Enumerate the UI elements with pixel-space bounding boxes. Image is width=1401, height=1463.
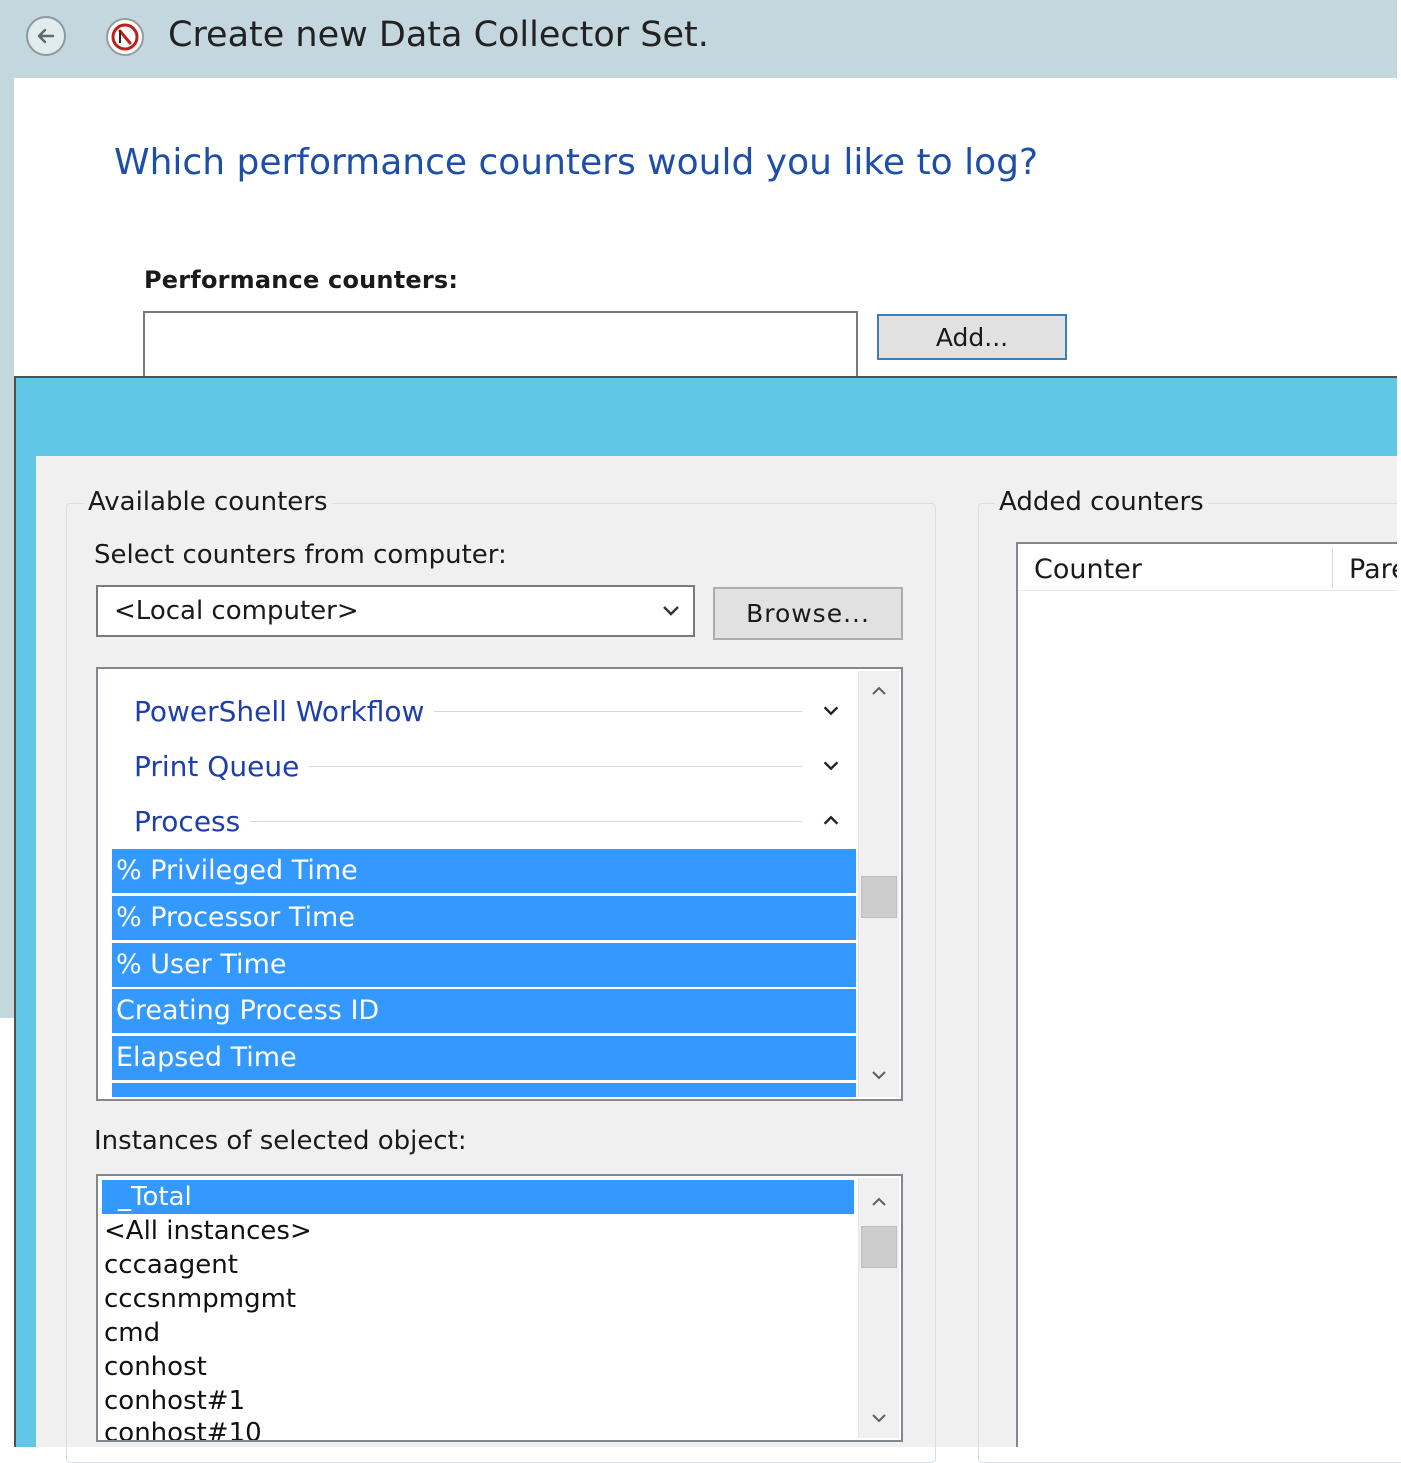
column-header-parent[interactable]: Pare: [1349, 552, 1401, 588]
performance-counters-label: Performance counters:: [144, 266, 459, 294]
computer-select-value: <Local computer>: [114, 596, 359, 626]
instance-list[interactable]: _Total <All instances> cccaagent cccsnmp…: [96, 1174, 903, 1442]
available-counters-title: Available counters: [84, 487, 332, 517]
category-label: Process: [134, 804, 241, 838]
instance-item[interactable]: cccsnmpmgmt: [104, 1282, 296, 1316]
chevron-down-icon: [872, 1071, 886, 1080]
window-title: Create new Data Collector Set.: [168, 15, 709, 55]
counter-list-scrollbar[interactable]: [858, 671, 899, 1097]
browse-button[interactable]: Browse...: [713, 587, 903, 640]
right-edge: [1397, 0, 1401, 1447]
category-divider: [250, 820, 802, 822]
instance-item[interactable]: cmd: [104, 1316, 160, 1350]
counter-item[interactable]: % User Time: [112, 943, 856, 987]
instance-item[interactable]: conhost#1: [104, 1384, 245, 1418]
instance-item[interactable]: conhost: [104, 1350, 207, 1384]
category-process[interactable]: Process: [134, 797, 844, 845]
category-label: Print Queue: [134, 749, 300, 783]
scroll-down-button[interactable]: [859, 1055, 899, 1095]
instance-item[interactable]: conhost#10: [104, 1416, 262, 1440]
counter-item-partial[interactable]: [112, 1083, 856, 1097]
category-divider: [309, 765, 802, 767]
performance-counters-field[interactable]: [143, 311, 858, 383]
counter-item[interactable]: % Privileged Time: [112, 849, 856, 893]
counter-item[interactable]: Elapsed Time: [112, 1036, 856, 1080]
chevron-down-icon[interactable]: [820, 700, 842, 722]
column-header-counter[interactable]: Counter: [1034, 552, 1142, 588]
added-counters-title: Added counters: [995, 487, 1208, 517]
scroll-thumb[interactable]: [861, 876, 897, 918]
scroll-down-button[interactable]: [859, 1398, 899, 1438]
added-counters-header: Counter Pare: [1018, 544, 1401, 591]
category-label: PowerShell Workflow: [134, 694, 425, 728]
counter-list[interactable]: PowerShell Workflow Print Queue Process …: [96, 667, 903, 1101]
scroll-thumb[interactable]: [861, 1226, 897, 1268]
instance-list-scrollbar[interactable]: [858, 1178, 899, 1438]
category-powershell-workflow[interactable]: PowerShell Workflow: [134, 687, 844, 735]
chevron-up-icon: [872, 686, 886, 695]
chevron-down-icon: [872, 1414, 886, 1423]
chevron-up-icon: [872, 1197, 886, 1206]
column-divider[interactable]: [1332, 548, 1333, 588]
chevron-down-icon[interactable]: [659, 599, 683, 623]
chevron-up-icon[interactable]: [820, 810, 842, 832]
category-divider: [434, 710, 802, 712]
back-button[interactable]: [26, 16, 66, 56]
category-print-queue[interactable]: Print Queue: [134, 742, 844, 790]
instance-item[interactable]: cccaagent: [104, 1248, 238, 1282]
wizard-heading: Which performance counters would you lik…: [114, 142, 1039, 183]
counter-item[interactable]: % Processor Time: [112, 896, 856, 940]
chevron-down-icon[interactable]: [820, 755, 842, 777]
add-button[interactable]: Add...: [877, 314, 1067, 360]
instance-item[interactable]: _Total: [102, 1180, 854, 1214]
performance-monitor-icon: [106, 18, 144, 56]
counter-item[interactable]: Creating Process ID: [112, 989, 856, 1033]
back-arrow-icon: [37, 28, 55, 44]
wizard-left-edge: [0, 78, 14, 1018]
instances-label: Instances of selected object:: [94, 1126, 467, 1156]
scroll-up-button[interactable]: [859, 1182, 899, 1222]
added-counters-table[interactable]: Counter Pare: [1016, 542, 1401, 1447]
select-computer-label: Select counters from computer:: [94, 540, 507, 570]
instance-item[interactable]: <All instances>: [104, 1214, 312, 1248]
scroll-up-button[interactable]: [859, 671, 899, 711]
computer-select[interactable]: <Local computer>: [96, 585, 695, 637]
